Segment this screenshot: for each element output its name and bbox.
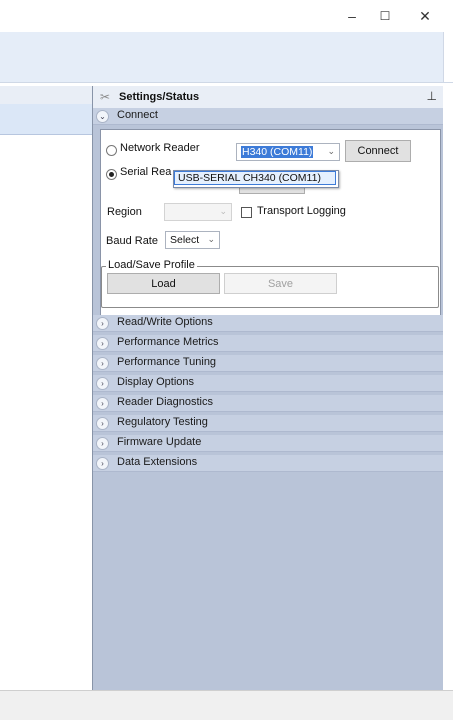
section-label: Performance Tuning [117,356,217,368]
section-label: Display Options [117,376,195,388]
section-data-extensions[interactable]: › Data Extensions [93,455,443,472]
region-select[interactable]: ⌄ [164,203,232,221]
section-label: Data Extensions [117,456,198,468]
serial-reader-label: Serial Rea [120,166,172,178]
chevron-right-icon: › [96,397,109,410]
pin-icon[interactable]: ⊥ [427,89,437,103]
left-pane-selected-row[interactable] [0,104,92,135]
chevron-right-icon: › [96,417,109,430]
region-label: Region [107,206,142,218]
chevron-right-icon: › [96,357,109,370]
baud-rate-select[interactable]: Select ⌄ [165,231,220,249]
left-pane-header [0,86,92,105]
section-label: Performance Metrics [117,336,219,348]
maximize-button[interactable]: ☐ [368,0,402,32]
section-label: Regulatory Testing [117,416,208,428]
section-connect[interactable]: ⌄ Connect [93,108,443,125]
baud-rate-select-value: Select [170,234,200,246]
chevron-down-icon: ⌄ [207,234,215,244]
port-dropdown-list: USB-SERIAL CH340 (COM11) [173,170,339,188]
section-reader-diagnostics[interactable]: › Reader Diagnostics [93,395,443,412]
close-button[interactable]: ✕ [408,0,442,32]
left-pane [0,86,93,690]
chevron-right-icon: › [96,337,109,350]
status-bar [0,690,453,720]
minimize-button[interactable]: – [335,0,369,32]
chevron-down-icon: ⌄ [327,146,335,156]
settings-pane-title: Settings/Status [119,91,200,103]
port-select[interactable]: H340 (COM11) ⌄ [236,143,340,161]
port-select-value: H340 (COM11) [241,146,314,158]
save-button[interactable]: Save [224,273,337,294]
transport-logging-checkbox[interactable] [241,207,252,218]
section-regulatory-testing[interactable]: › Regulatory Testing [93,415,443,432]
port-option[interactable]: USB-SERIAL CH340 (COM11) [174,171,336,185]
serial-reader-radio[interactable] [106,169,117,180]
load-save-profile-title: Load/Save Profile [106,259,197,271]
connect-button[interactable]: Connect [345,140,411,162]
chevron-down-icon: ⌄ [219,206,227,216]
section-label: Read/Write Options [117,316,213,328]
section-label: Firmware Update [117,436,202,448]
section-performance-tuning[interactable]: › Performance Tuning [93,355,443,372]
section-read-write-options[interactable]: › Read/Write Options [93,315,443,332]
toolbar-area [0,32,453,83]
section-display-options[interactable]: › Display Options [93,375,443,392]
tools-icon: ✂ [100,90,111,104]
chevron-right-icon: › [96,437,109,450]
section-firmware-update[interactable]: › Firmware Update [93,435,443,452]
chevron-right-icon: › [96,317,109,330]
section-performance-metrics[interactable]: › Performance Metrics [93,335,443,352]
toolbar-edge [443,32,453,82]
transport-logging-label: Transport Logging [257,205,346,217]
network-reader-label: Network Reader [120,142,200,154]
chevron-down-icon: ⌄ [96,110,109,123]
network-reader-radio[interactable] [106,145,117,156]
chevron-right-icon: › [96,457,109,470]
chevron-right-icon: › [96,377,109,390]
load-button[interactable]: Load [107,273,220,294]
section-connect-label: Connect [117,109,158,121]
settings-pane-title-bar: ✂ Settings/Status ⊥ [93,86,443,109]
section-label: Reader Diagnostics [117,396,213,408]
baud-rate-label: Baud Rate [106,235,158,247]
